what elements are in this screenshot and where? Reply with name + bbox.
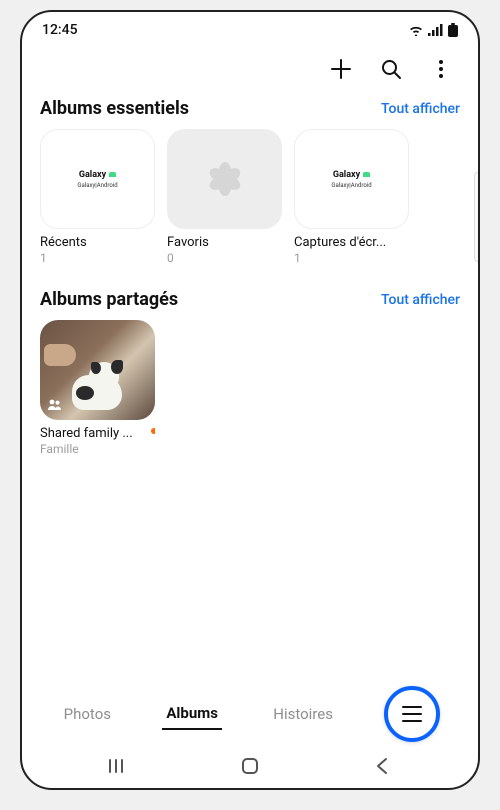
menu-button[interactable] [384, 686, 440, 742]
album-thumb: Galaxy Galaxy|Android [40, 129, 155, 229]
wifi-icon [408, 24, 424, 36]
hamburger-icon [402, 706, 422, 722]
album-thumb [40, 320, 155, 420]
plus-icon [330, 58, 352, 80]
album-recents[interactable]: Galaxy Galaxy|Android Récents 1 [40, 129, 155, 265]
android-nav-bar [22, 754, 478, 778]
back-nav-button[interactable] [370, 754, 394, 778]
shared-people-icon [46, 396, 64, 414]
more-button[interactable] [428, 56, 454, 82]
home-nav-button[interactable] [238, 754, 262, 778]
shared-row: Shared family ... Famille [40, 320, 460, 456]
album-count: 1 [294, 251, 409, 265]
device-frame: 12:45 Albums essentiels Tout afficher Ga… [20, 10, 480, 790]
album-favorites[interactable]: Favoris 0 [167, 129, 282, 265]
notification-dot [151, 428, 155, 434]
tab-photos[interactable]: Photos [60, 699, 115, 729]
galaxy-logo: Galaxy [79, 170, 116, 180]
signal-icon [428, 24, 444, 36]
essentials-header: Albums essentiels Tout afficher [40, 98, 460, 119]
more-vertical-icon [430, 58, 452, 80]
album-count: 1 [40, 251, 155, 265]
scroll-handle[interactable] [474, 172, 479, 262]
status-icons [408, 23, 458, 37]
header-actions [22, 42, 478, 92]
essentials-section: Albums essentiels Tout afficher Galaxy G… [22, 92, 478, 265]
add-button[interactable] [328, 56, 354, 82]
album-name: Shared family ... [40, 426, 155, 441]
galaxy-subtext: Galaxy|Android [77, 182, 117, 189]
search-button[interactable] [378, 56, 404, 82]
album-name: Captures d'écr... [294, 235, 409, 250]
tab-stories[interactable]: Histoires [269, 699, 337, 729]
shared-show-all[interactable]: Tout afficher [381, 292, 460, 308]
flower-icon [206, 160, 244, 198]
shared-header: Albums partagés Tout afficher [40, 289, 460, 310]
album-name: Favoris [167, 235, 282, 250]
album-screenshots[interactable]: Galaxy Galaxy|Android Captures d'écr... … [294, 129, 409, 265]
bottom-tabs: Photos Albums Histoires [22, 686, 478, 742]
shared-section: Albums partagés Tout afficher Shared fam… [22, 283, 478, 456]
status-bar: 12:45 [22, 12, 478, 42]
shared-title: Albums partagés [40, 289, 178, 310]
recents-nav-button[interactable] [106, 754, 130, 778]
tab-albums[interactable]: Albums [162, 698, 222, 730]
album-subtitle: Famille [40, 442, 155, 456]
album-shared-family[interactable]: Shared family ... Famille [40, 320, 155, 456]
album-name: Récents [40, 235, 155, 250]
galaxy-subtext: Galaxy|Android [331, 182, 371, 189]
album-thumb [167, 129, 282, 229]
essentials-show-all[interactable]: Tout afficher [381, 101, 460, 117]
battery-icon [448, 23, 458, 37]
album-count: 0 [167, 251, 282, 265]
status-time: 12:45 [42, 22, 78, 38]
essentials-title: Albums essentiels [40, 98, 189, 119]
essentials-row: Galaxy Galaxy|Android Récents 1 Favoris … [40, 129, 460, 265]
galaxy-logo: Galaxy [333, 170, 370, 180]
search-icon [380, 58, 402, 80]
album-thumb: Galaxy Galaxy|Android [294, 129, 409, 229]
